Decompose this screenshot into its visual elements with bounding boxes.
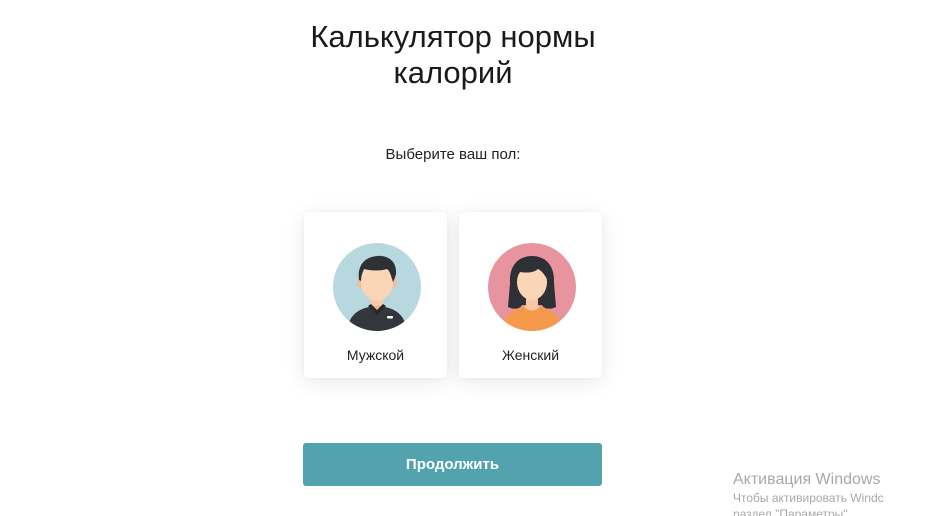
gender-option-female-label: Женский — [501, 347, 560, 363]
windows-activation-watermark: Активация Windows Чтобы активировать Win… — [733, 470, 936, 516]
calorie-calculator-page: Калькулятор нормы калорий Выберите ваш п… — [0, 0, 936, 516]
gender-option-male[interactable]: Мужской — [304, 212, 447, 378]
page-title: Калькулятор нормы калорий — [310, 19, 596, 90]
continue-button[interactable]: Продолжить — [303, 443, 602, 486]
watermark-title: Активация Windows — [733, 471, 881, 488]
gender-option-female[interactable]: Женский — [459, 212, 602, 378]
gender-prompt: Выберите ваш пол: — [385, 146, 521, 163]
male-avatar-icon — [333, 243, 421, 331]
watermark-line-1: Чтобы активировать Windc — [733, 491, 884, 505]
watermark-line-2: раздел "Параметры". — [733, 507, 851, 516]
female-avatar-icon — [488, 243, 576, 331]
gender-option-male-label: Мужской — [346, 347, 405, 363]
